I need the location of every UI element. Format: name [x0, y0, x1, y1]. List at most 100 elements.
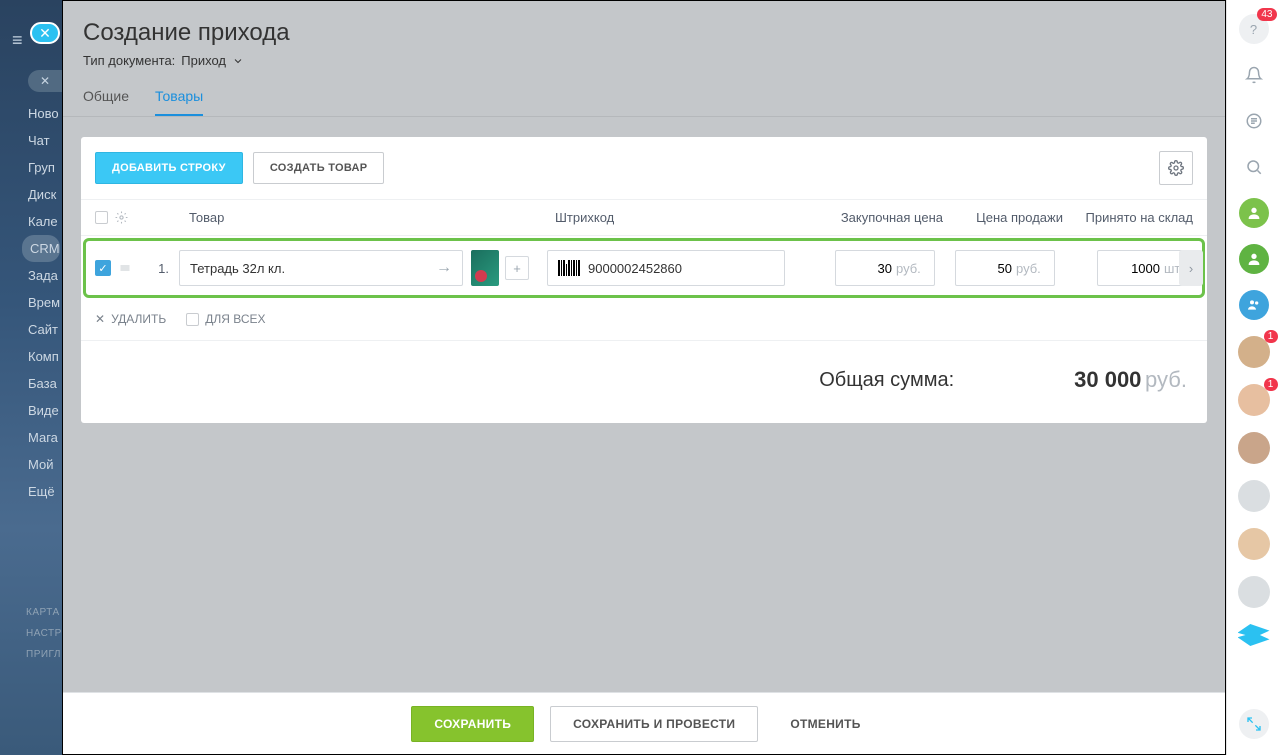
sidebar-item[interactable]: Сайт	[0, 316, 62, 343]
left-sidebar: ≡ ✕ ✕ Ново Чат Груп Диск Кале CRM Зада В…	[0, 0, 62, 755]
purchase-price-input[interactable]: руб.	[835, 250, 935, 286]
col-barcode: Штрихкод	[555, 210, 803, 225]
sidebar-item[interactable]: Комп	[0, 343, 62, 370]
sidebar-footer-item[interactable]: КАРТА	[0, 602, 62, 623]
sidebar-item[interactable]: Ново	[0, 100, 62, 127]
total-label: Общая сумма:	[819, 369, 954, 392]
barcode-input[interactable]: 9000002452860	[547, 250, 785, 286]
table-header: Товар Штрихкод Закупочная цена Цена прод…	[81, 199, 1207, 236]
avatar[interactable]	[1238, 576, 1270, 608]
avatar[interactable]: 1	[1238, 384, 1270, 416]
sidebar-item[interactable]: Виде	[0, 397, 62, 424]
avatar[interactable]: 1	[1238, 336, 1270, 368]
add-image-button[interactable]: +	[505, 256, 529, 280]
column-gear-icon[interactable]	[115, 211, 139, 224]
bird-icon[interactable]	[1238, 624, 1270, 646]
total-value: 30 000	[1074, 367, 1141, 392]
footer: СОХРАНИТЬ СОХРАНИТЬ И ПРОВЕСТИ ОТМЕНИТЬ	[63, 692, 1225, 754]
avatar[interactable]	[1238, 432, 1270, 464]
expand-icon[interactable]	[1239, 709, 1269, 739]
sidebar-item[interactable]: Ещё	[0, 478, 62, 505]
doc-type-label: Тип документа:	[83, 53, 175, 68]
row-actions: ✕ УДАЛИТЬ ДЛЯ ВСЕХ	[81, 300, 1207, 340]
menu-icon[interactable]: ≡	[12, 30, 23, 51]
select-all-checkbox[interactable]	[95, 211, 108, 224]
doc-type-value: Приход	[181, 53, 226, 68]
sidebar-item[interactable]: Диск	[0, 181, 62, 208]
total-currency: руб.	[1145, 367, 1187, 392]
for-all-checkbox[interactable]: ДЛЯ ВСЕХ	[186, 312, 265, 326]
drag-handle-icon[interactable]	[115, 262, 135, 274]
bell-icon[interactable]	[1239, 60, 1269, 90]
col-accepted: Принято на склад	[1063, 210, 1193, 225]
save-and-post-button[interactable]: СОХРАНИТЬ И ПРОВЕСТИ	[550, 706, 758, 742]
col-product: Товар	[183, 210, 555, 225]
sidebar-item[interactable]: Врем	[0, 289, 62, 316]
avatar-badge: 1	[1264, 378, 1278, 391]
col-purchase-price: Закупочная цена	[803, 210, 943, 225]
add-row-button[interactable]: ДОБАВИТЬ СТРОКУ	[95, 152, 243, 184]
currency-label: руб.	[896, 261, 921, 276]
gear-icon[interactable]	[1159, 151, 1193, 185]
close-icon: ✕	[95, 312, 105, 326]
goods-panel: ДОБАВИТЬ СТРОКУ СОЗДАТЬ ТОВАР Товар Штри…	[81, 137, 1207, 423]
chevron-down-icon	[232, 55, 244, 67]
product-input[interactable]: Тетрадь 32л кл. →	[179, 250, 463, 286]
tab-close-button[interactable]: ✕	[28, 70, 62, 92]
table-row-wrap: ✓ 1. Тетрадь 32л кл. → + 9000002452860	[81, 236, 1207, 300]
delete-button[interactable]: ✕ УДАЛИТЬ	[95, 312, 166, 326]
right-rail: ? 43 1 1	[1226, 0, 1280, 755]
purchase-price-value[interactable]	[846, 261, 892, 276]
chat-icon[interactable]	[1239, 106, 1269, 136]
table-row: ✓ 1. Тетрадь 32л кл. → + 9000002452860	[83, 240, 1205, 296]
page-title: Создание прихода	[83, 19, 1205, 47]
qty-value[interactable]	[1106, 261, 1160, 276]
sidebar-item[interactable]: Груп	[0, 154, 62, 181]
delete-label: УДАЛИТЬ	[111, 312, 166, 326]
currency-label: руб.	[1016, 261, 1041, 276]
sidebar-footer: КАРТА НАСТР ПРИГЛ	[0, 602, 62, 665]
create-product-button[interactable]: СОЗДАТЬ ТОВАР	[253, 152, 385, 184]
checkbox-icon	[186, 313, 199, 326]
sidebar-item-crm[interactable]: CRM	[22, 235, 60, 262]
sidebar-item[interactable]: Мой	[0, 451, 62, 478]
toolbar: ДОБАВИТЬ СТРОКУ СОЗДАТЬ ТОВАР	[81, 137, 1207, 199]
doc-type-selector[interactable]: Тип документа: Приход	[83, 53, 1205, 68]
search-icon[interactable]	[1239, 152, 1269, 182]
sidebar-item[interactable]: Мага	[0, 424, 62, 451]
product-name: Тетрадь 32л кл.	[190, 261, 285, 276]
barcode-icon	[558, 260, 580, 276]
sidebar-footer-item[interactable]: НАСТР	[0, 623, 62, 644]
save-button[interactable]: СОХРАНИТЬ	[411, 706, 534, 742]
tab-general[interactable]: Общие	[83, 88, 129, 116]
row-number: 1.	[135, 261, 179, 276]
row-checkbox[interactable]: ✓	[95, 260, 111, 276]
tab-goods[interactable]: Товары	[155, 88, 203, 116]
header: Создание прихода Тип документа: Приход	[63, 1, 1225, 68]
sidebar-footer-item[interactable]: ПРИГЛ	[0, 644, 62, 665]
sidebar-items: Ново Чат Груп Диск Кале CRM Зада Врем Са…	[0, 100, 62, 505]
sidebar-item[interactable]: Чат	[0, 127, 62, 154]
product-thumbnail[interactable]	[471, 250, 499, 286]
help-badge: 43	[1257, 8, 1276, 21]
avatar[interactable]	[1238, 480, 1270, 512]
barcode-value: 9000002452860	[588, 261, 682, 276]
sidebar-item[interactable]: Кале	[0, 208, 62, 235]
user-check-icon[interactable]	[1239, 244, 1269, 274]
cancel-button[interactable]: ОТМЕНИТЬ	[774, 707, 876, 741]
sale-price-input[interactable]: руб.	[955, 250, 1055, 286]
sidebar-item[interactable]: Зада	[0, 262, 62, 289]
user-add-icon[interactable]	[1239, 198, 1269, 228]
arrow-right-icon[interactable]: →	[436, 259, 452, 277]
close-panel-button[interactable]: ✕	[30, 22, 60, 44]
for-all-label: ДЛЯ ВСЕХ	[205, 312, 265, 326]
total-row: Общая сумма: 30 000 руб.	[81, 340, 1207, 423]
sidebar-item[interactable]: База	[0, 370, 62, 397]
sale-price-value[interactable]	[966, 261, 1012, 276]
tabs: Общие Товары	[63, 68, 1225, 117]
help-icon[interactable]: ? 43	[1239, 14, 1269, 44]
team-icon[interactable]	[1239, 290, 1269, 320]
col-sale-price: Цена продажи	[943, 210, 1063, 225]
avatar[interactable]	[1238, 528, 1270, 560]
chevron-right-icon[interactable]: ›	[1179, 250, 1203, 286]
